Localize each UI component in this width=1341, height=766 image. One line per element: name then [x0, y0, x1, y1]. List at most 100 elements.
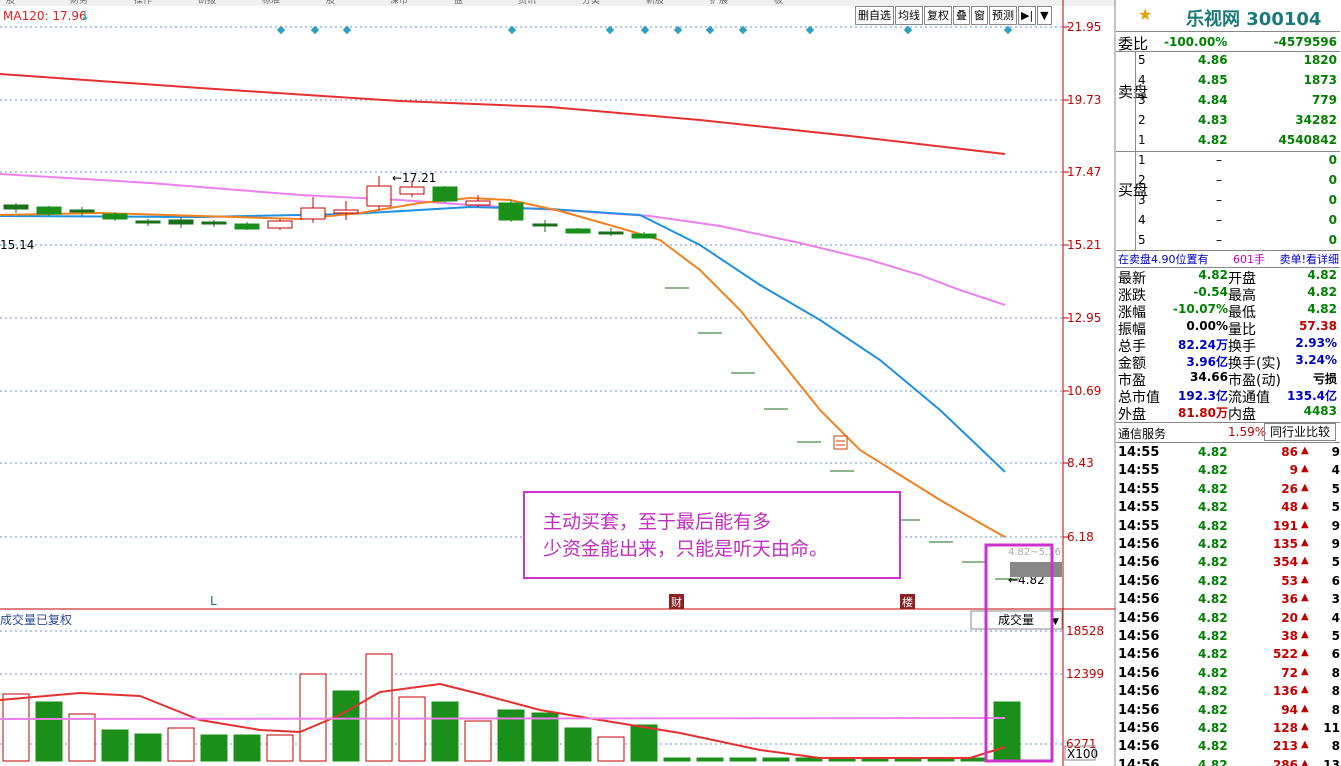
buy-volume: 0 — [1328, 213, 1337, 227]
ma-blue-line — [0, 205, 1006, 473]
tick-up-icon: ▲ — [1301, 629, 1309, 640]
sell-side-label: 卖盘 — [1118, 83, 1149, 101]
tick-count: 4 — [1331, 463, 1340, 478]
tick-up-icon: ▲ — [1301, 739, 1309, 751]
volume-bar — [200, 734, 228, 762]
menu-fragment: 新股 — [646, 0, 664, 6]
volume-bar — [332, 690, 360, 762]
quote-value: 3.24% — [1295, 353, 1337, 367]
buy-side-label: 买盘 — [1118, 181, 1149, 199]
menu-fragment: 标准 — [262, 0, 280, 6]
tick-price: 4.82 — [1198, 537, 1228, 551]
tick-time: 14:56 — [1118, 629, 1160, 644]
tick-time: 14:56 — [1118, 721, 1160, 736]
tick-price: 4.82 — [1198, 481, 1228, 496]
tick-count: 5 — [1331, 629, 1340, 643]
toolbar-window-button[interactable]: 窗 — [971, 6, 988, 25]
buy-volume: 0 — [1328, 193, 1337, 207]
tick-count: 9 — [1331, 537, 1340, 551]
volume-bar — [167, 727, 195, 762]
tick-up-icon: ▲ — [1301, 665, 1309, 677]
industry-name: 通信服务 — [1118, 427, 1167, 441]
left-L-label: L — [210, 594, 217, 608]
ma-violet-line — [0, 173, 1006, 306]
tick-price: 4.82 — [1198, 739, 1228, 754]
event-marker — [507, 25, 517, 35]
buy-price: – — [1216, 153, 1222, 167]
candle-body — [565, 228, 591, 234]
menu-fragment: 盘 — [454, 0, 463, 6]
tick-time: 14:56 — [1118, 555, 1160, 571]
quote-value: 亏损 — [1312, 372, 1337, 386]
candle-body — [399, 186, 425, 195]
candle-body — [498, 202, 524, 221]
tick-up-icon: ▲ — [1301, 445, 1309, 456]
ma120-arrow: ↓ — [80, 9, 90, 23]
price-axis-label: 21.95 — [1067, 20, 1101, 34]
toolbar-dropdown-button[interactable]: ▼ — [1037, 6, 1052, 25]
tick-up-icon: ▲ — [1301, 518, 1309, 530]
toolbar-overlay-button[interactable]: 叠 — [953, 6, 970, 25]
buy-level: 5 — [1138, 233, 1146, 247]
volume-bar — [663, 757, 691, 762]
stock-panel: ★ 乐视网 300104 委比 -100.00% -4579596 卖盘 5 4.86 1820… — [1116, 0, 1341, 766]
chart-toolbar: 删自选 均线 复权 叠 窗 预测 ▶| ▼ — [855, 6, 1053, 26]
volume-bar — [431, 701, 459, 762]
candle-body — [300, 207, 326, 220]
tick-price: 4.82 — [1198, 684, 1228, 699]
peer-compare-button[interactable]: 同行业比较 — [1264, 423, 1336, 441]
tick-count: 8 — [1331, 684, 1340, 699]
price-axis-label: 8.43 — [1067, 456, 1094, 470]
trading-window: 股 财务 操作 研报 标准 股 深市 盘 资讯 分类 新股 扩展 板 MA120: 17.96 ↓ 21.95… — [0, 0, 1341, 766]
quote-value: 4.82 — [1307, 285, 1337, 299]
volume-bar — [993, 701, 1021, 762]
tick-volume: 38 — [1281, 629, 1298, 643]
kline-chart[interactable]: 股 财务 操作 研报 标准 股 深市 盘 资讯 分类 新股 扩展 板 MA120: 17.96↓ 21.95… — [0, 0, 1116, 766]
tick-time: 14:56 — [1118, 647, 1160, 663]
quote-value: 81.80万 — [1178, 406, 1228, 420]
webi-pct: -100.00% — [1164, 35, 1228, 49]
tick-time: 14:55 — [1118, 518, 1160, 534]
tick-up-icon: ▲ — [1301, 647, 1309, 659]
tick-up-icon: ▲ — [1301, 500, 1309, 512]
quote-value: 34.66 — [1190, 370, 1228, 384]
volume-title: 成交量已复权 — [0, 612, 72, 627]
tick-count: 4 — [1331, 610, 1340, 625]
tick-up-icon: ▲ — [1301, 537, 1309, 548]
quote-label: 内盘 — [1228, 407, 1256, 423]
tick-volume: 36 — [1281, 592, 1298, 607]
tick-count: 13 — [1323, 757, 1340, 766]
cai-label: 财 — [671, 595, 682, 609]
star-icon[interactable]: ★ — [1138, 5, 1152, 24]
tick-volume: 86 — [1281, 445, 1298, 459]
volume-bar — [134, 733, 162, 762]
quote-value: -10.07% — [1173, 302, 1228, 316]
sell-detail-link[interactable]: 卖单!看详细 — [1280, 251, 1339, 267]
volume-bar — [299, 673, 327, 762]
quote-value: 0.00% — [1186, 319, 1228, 333]
tick-time: 14:56 — [1118, 592, 1160, 608]
volume-selector: 成交量 — [998, 612, 1034, 627]
toolbar-remove-watchlist-button[interactable]: 删自选 — [855, 6, 894, 25]
toolbar-adjust-button[interactable]: 复权 — [924, 6, 952, 25]
tick-volume: 53 — [1281, 573, 1298, 588]
volume-bar — [398, 696, 426, 762]
sell-price: 4.84 — [1198, 93, 1228, 107]
volume-bar — [564, 727, 592, 762]
volume-bar — [233, 734, 261, 762]
note-line-1: 主动买套，至于最后能有多 — [543, 511, 772, 533]
menu-fragment: 财务 — [70, 0, 88, 6]
volume-bar — [630, 724, 658, 762]
toolbar-forecast-button[interactable]: 预测 — [989, 6, 1017, 25]
tick-volume: 128 — [1272, 721, 1298, 735]
sell-info: 在卖盘4.90位置有 — [1118, 253, 1209, 266]
tick-up-icon: ▲ — [1301, 481, 1309, 493]
candle-body — [36, 206, 62, 215]
webi-val: -4579596 — [1273, 35, 1337, 49]
tick-time: 14:56 — [1118, 702, 1160, 718]
candle-body — [532, 223, 558, 227]
toolbar-ma-button[interactable]: 均线 — [895, 6, 923, 25]
tick-price: 4.82 — [1198, 445, 1228, 459]
sell-volume: 779 — [1311, 93, 1337, 107]
toolbar-play-button[interactable]: ▶| — [1018, 6, 1037, 25]
